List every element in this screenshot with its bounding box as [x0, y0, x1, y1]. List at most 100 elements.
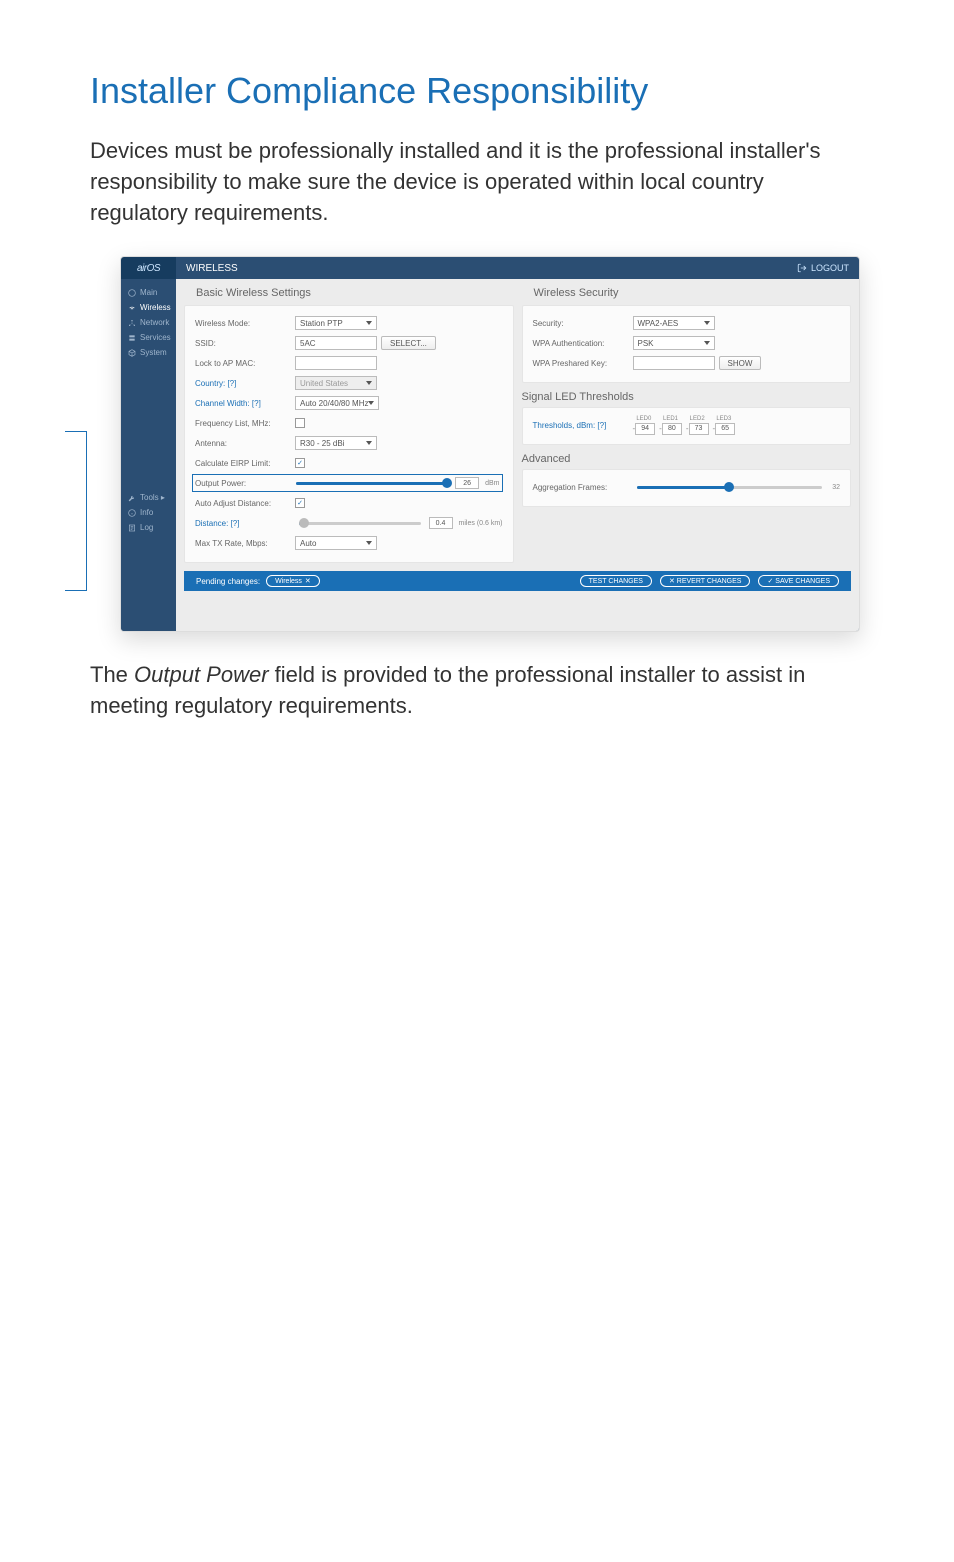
- airos-window: airOS WIRELESS LOGOUT Main Wireless Netw…: [120, 256, 860, 632]
- label-wireless-mode: Wireless Mode:: [195, 319, 295, 328]
- select-channel-width[interactable]: Auto 20/40/80 MHz: [295, 396, 379, 410]
- network-icon: [128, 319, 136, 327]
- value-output-power[interactable]: 26: [455, 477, 479, 489]
- label-wpa-auth: WPA Authentication:: [533, 339, 633, 348]
- label-output-power: Output Power:: [195, 479, 292, 488]
- label-distance: Distance: [?]: [195, 519, 295, 528]
- input-led1[interactable]: 80: [662, 423, 682, 435]
- led0-label: LED0: [636, 416, 651, 422]
- sidebar-item-label: System: [140, 348, 167, 357]
- sidebar-item-label: Network: [140, 318, 169, 327]
- led2-label: LED2: [690, 416, 705, 422]
- output-power-emphasis: Output Power: [134, 662, 269, 687]
- sidebar-item-network[interactable]: Network: [121, 315, 176, 330]
- close-icon[interactable]: ✕: [305, 577, 311, 585]
- label-freq-list: Frequency List, MHz:: [195, 419, 295, 428]
- sidebar-item-log[interactable]: Log: [121, 520, 176, 535]
- slider-aggregation[interactable]: [637, 486, 823, 489]
- wifi-icon: [128, 304, 136, 312]
- label-auto-adjust: Auto Adjust Distance:: [195, 499, 295, 508]
- pending-chip-wireless[interactable]: Wireless✕: [266, 575, 320, 587]
- sidebar-item-label: Log: [140, 523, 153, 532]
- led-thresholds-panel: Thresholds, dBm: [?] LED0-94 LED1-80 LED…: [522, 407, 852, 445]
- button-save-changes[interactable]: ✓ SAVE CHANGES: [758, 575, 839, 587]
- select-country: United States: [295, 376, 377, 390]
- input-led0[interactable]: 94: [635, 423, 655, 435]
- led1-label: LED1: [663, 416, 678, 422]
- label-wpa-key: WPA Preshared Key:: [533, 359, 633, 368]
- screenshot-wrapper: airOS WIRELESS LOGOUT Main Wireless Netw…: [90, 256, 864, 632]
- checkbox-auto-adjust[interactable]: [295, 498, 305, 508]
- sidebar-item-label: Wireless: [140, 303, 171, 312]
- sidebar-item-system[interactable]: System: [121, 345, 176, 360]
- info-icon: [128, 509, 136, 517]
- select-antenna[interactable]: R30 - 25 dBi: [295, 436, 377, 450]
- cube-icon: [128, 349, 136, 357]
- sidebar-item-main[interactable]: Main: [121, 285, 176, 300]
- sidebar-item-label: Info: [140, 508, 153, 517]
- label-aggregation: Aggregation Frames:: [533, 483, 633, 492]
- logout-button[interactable]: LOGOUT: [797, 263, 849, 273]
- label-lock-ap-mac: Lock to AP MAC:: [195, 359, 295, 368]
- sidebar-item-wireless[interactable]: Wireless: [121, 300, 176, 315]
- log-icon: [128, 524, 136, 532]
- button-ssid-select[interactable]: SELECT...: [381, 336, 436, 350]
- led3-label: LED3: [716, 416, 731, 422]
- label-country: Country: [?]: [195, 379, 295, 388]
- logout-icon: [797, 263, 807, 273]
- checkbox-calc-eirp[interactable]: [295, 458, 305, 468]
- sidebar-item-label: Tools ▸: [140, 493, 165, 502]
- sidebar-item-tools[interactable]: Tools ▸: [121, 490, 176, 505]
- main-content: Basic Wireless Settings Wireless Mode:St…: [176, 279, 859, 631]
- value-distance[interactable]: 0.4: [429, 517, 453, 529]
- sidebar: Main Wireless Network Services System To…: [121, 279, 176, 631]
- input-led3[interactable]: 65: [715, 423, 735, 435]
- label-channel-width: Channel Width: [?]: [195, 399, 295, 408]
- pending-label: Pending changes:: [196, 577, 260, 586]
- chevron-down-icon: [366, 441, 372, 445]
- input-led2[interactable]: 73: [689, 423, 709, 435]
- button-test-changes[interactable]: TEST CHANGES: [580, 575, 652, 587]
- top-bar: airOS WIRELESS LOGOUT: [121, 257, 859, 279]
- sidebar-item-label: Main: [140, 288, 157, 297]
- led-thresholds-title: Signal LED Thresholds: [522, 391, 852, 403]
- advanced-panel: Aggregation Frames: 32: [522, 469, 852, 507]
- slider-output-power[interactable]: [296, 482, 447, 485]
- header-title: WIRELESS: [186, 263, 238, 274]
- input-wpa-key[interactable]: [633, 356, 715, 370]
- button-show-key[interactable]: SHOW: [719, 356, 762, 370]
- button-revert-changes[interactable]: ✕ REVERT CHANGES: [660, 575, 751, 587]
- logout-label: LOGOUT: [811, 263, 849, 273]
- select-wpa-auth[interactable]: PSK: [633, 336, 715, 350]
- input-ssid[interactable]: 5AC: [295, 336, 377, 350]
- label-max-tx-rate: Max TX Rate, Mbps:: [195, 539, 295, 548]
- select-security[interactable]: WPA2-AES: [633, 316, 715, 330]
- select-wireless-mode[interactable]: Station PTP: [295, 316, 377, 330]
- chevron-down-icon: [366, 321, 372, 325]
- slider-distance: [299, 522, 421, 525]
- basic-wireless-title: Basic Wireless Settings: [184, 279, 514, 305]
- sidebar-item-info[interactable]: Info: [121, 505, 176, 520]
- label-calc-eirp: Calculate EIRP Limit:: [195, 459, 295, 468]
- header-bar: WIRELESS LOGOUT: [176, 257, 859, 279]
- gauge-icon: [128, 289, 136, 297]
- chevron-down-icon: [368, 401, 374, 405]
- unit-miles: miles (0.6 km): [459, 520, 503, 527]
- advanced-title: Advanced: [522, 453, 852, 465]
- label-ssid: SSID:: [195, 339, 295, 348]
- select-max-tx-rate[interactable]: Auto: [295, 536, 377, 550]
- label-security: Security:: [533, 319, 633, 328]
- checkbox-freq-list[interactable]: [295, 418, 305, 428]
- sidebar-item-services[interactable]: Services: [121, 330, 176, 345]
- label-antenna: Antenna:: [195, 439, 295, 448]
- input-lock-ap-mac[interactable]: [295, 356, 377, 370]
- value-aggregation: 32: [832, 484, 840, 491]
- callout-bracket: [65, 431, 87, 591]
- chevron-down-icon: [704, 341, 710, 345]
- wireless-security-title: Wireless Security: [522, 279, 852, 305]
- brand-logo: airOS: [121, 257, 176, 279]
- wrench-icon: [128, 494, 136, 502]
- chevron-down-icon: [366, 541, 372, 545]
- intro-paragraph: Devices must be professionally installed…: [90, 136, 864, 228]
- page-title: Installer Compliance Responsibility: [90, 70, 864, 112]
